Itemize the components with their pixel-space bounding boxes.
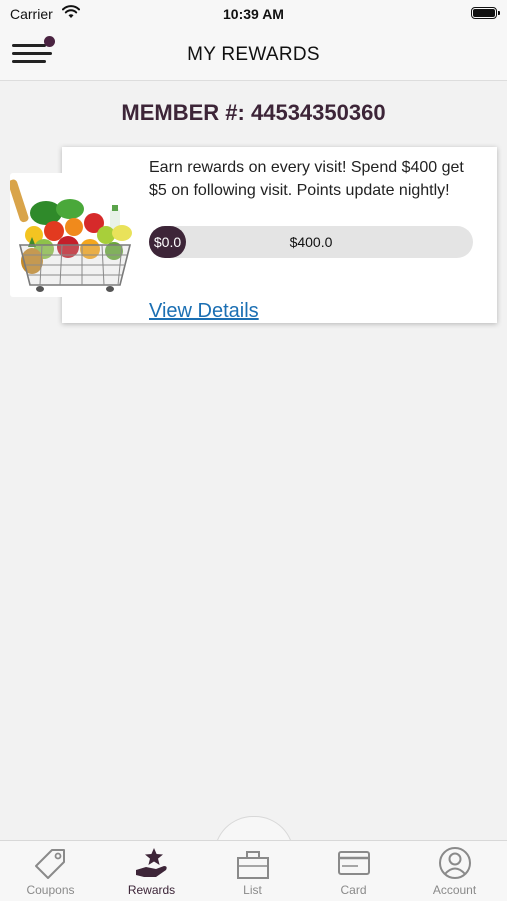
tag-icon bbox=[34, 849, 65, 879]
tab-rewards[interactable]: Rewards bbox=[101, 842, 202, 900]
user-icon bbox=[438, 847, 471, 879]
battery-icon bbox=[471, 7, 500, 19]
tab-label: List bbox=[243, 883, 262, 897]
tab-account[interactable]: Account bbox=[404, 842, 505, 900]
navigation-bar: MY REWARDS bbox=[0, 30, 507, 81]
tab-card[interactable]: Card bbox=[303, 842, 404, 900]
reward-description: Earn rewards on every visit! Spend $400 … bbox=[149, 159, 464, 199]
page-title: MY REWARDS bbox=[187, 44, 320, 65]
tab-coupons[interactable]: Coupons bbox=[0, 842, 101, 900]
basket-icon bbox=[236, 851, 269, 879]
tab-label: Coupons bbox=[26, 883, 75, 897]
progress-goal-amount: $400.0 bbox=[289, 234, 333, 250]
clock: 10:39 AM bbox=[223, 6, 284, 22]
tab-label: Account bbox=[432, 883, 477, 897]
hand-star-icon bbox=[135, 848, 167, 877]
reward-progress-bar: $400.0 $0.0 bbox=[149, 226, 473, 258]
grocery-basket-image bbox=[8, 173, 140, 297]
card-icon bbox=[337, 851, 370, 875]
progress-current-amount: $0.0 bbox=[149, 226, 186, 258]
view-details-link[interactable]: View Details bbox=[149, 300, 259, 323]
status-bar: Carrier 10:39 AM bbox=[0, 0, 507, 30]
member-number: MEMBER #: 44534350360 bbox=[121, 100, 386, 125]
tab-list[interactable]: List bbox=[202, 842, 303, 900]
tab-label: Rewards bbox=[127, 883, 176, 897]
tab-label: Card bbox=[340, 883, 367, 897]
